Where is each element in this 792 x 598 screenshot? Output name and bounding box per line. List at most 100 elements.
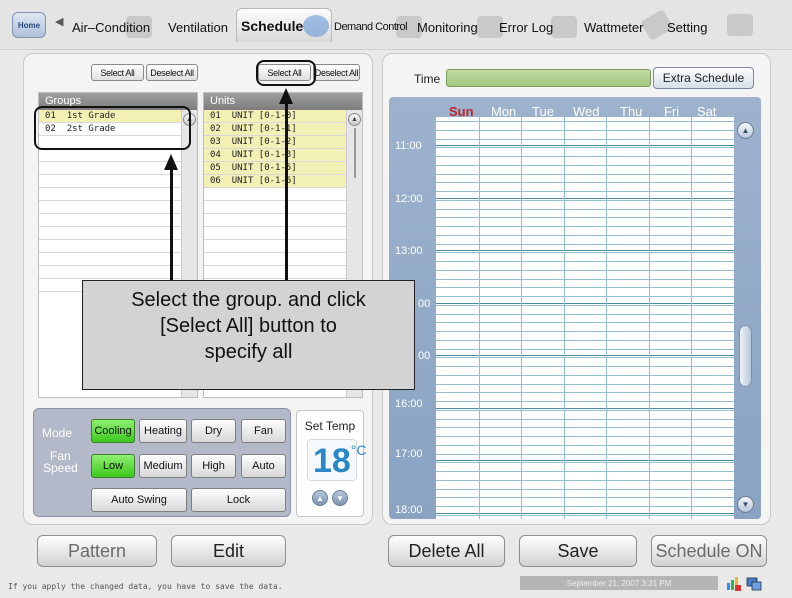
group-row-empty[interactable]: [39, 227, 197, 240]
group-row-empty[interactable]: [39, 240, 197, 253]
unit-row[interactable]: 04 UNIT [0-1-3]: [204, 149, 362, 162]
fan-speed-label: Fan Speed: [43, 449, 78, 475]
unit-row-empty[interactable]: [204, 201, 362, 214]
nav-left-arrow-icon[interactable]: ◀: [55, 15, 63, 28]
delete-all-button[interactable]: Delete All: [388, 535, 505, 567]
unit-row[interactable]: 06 UNIT [0-1-6]: [204, 175, 362, 188]
tab-ventilation[interactable]: Ventilation: [164, 12, 232, 42]
grid-slot-line: [436, 200, 734, 201]
grid-slot-line: [436, 130, 734, 131]
scroll-up-icon[interactable]: ▲: [348, 113, 361, 126]
tab-wattmeter[interactable]: Wattmeter: [580, 8, 674, 42]
extra-schedule-button[interactable]: Extra Schedule: [653, 67, 754, 89]
unit-row[interactable]: 01 UNIT [0-1-0]: [204, 110, 362, 123]
save-button[interactable]: Save: [519, 535, 637, 567]
fan-low-button[interactable]: Low: [91, 454, 135, 478]
set-temp-box: Set Temp 18°C ▲ ▼: [296, 410, 367, 517]
callout-arrow-line: [170, 168, 173, 280]
footer-message: If you apply the changed data, you have …: [8, 582, 283, 591]
group-row-empty[interactable]: [39, 253, 197, 266]
schedule-grid[interactable]: [436, 117, 734, 519]
units-deselect-all-button[interactable]: Deselect All: [313, 64, 360, 81]
home-button[interactable]: Home: [12, 12, 46, 38]
grid-slot-line: [436, 331, 734, 332]
unit-row[interactable]: 05 UNIT [0-1-5]: [204, 162, 362, 175]
grid-day-divider: [606, 117, 607, 519]
schedule-scrollbar[interactable]: ▲ ▼: [736, 120, 756, 516]
tab-demand-control[interactable]: Demand Control: [330, 12, 422, 42]
grid-hour-line: [436, 250, 734, 251]
unit-row-empty[interactable]: [204, 214, 362, 227]
tab-label: Demand Control: [334, 21, 408, 33]
group-row-empty[interactable]: [39, 266, 197, 279]
edit-button[interactable]: Edit: [171, 535, 286, 567]
mode-cooling-button[interactable]: Cooling: [91, 419, 135, 443]
temp-up-icon[interactable]: ▲: [312, 490, 328, 506]
grid-slot-line: [436, 244, 734, 245]
tab-monitoring[interactable]: Monitoring: [413, 12, 503, 42]
network-computer-icon[interactable]: [746, 575, 762, 591]
lock-button[interactable]: Lock: [191, 488, 286, 512]
scroll-up-icon[interactable]: ▲: [737, 122, 754, 139]
tab-setting[interactable]: Setting: [663, 12, 753, 42]
tab-air-condition[interactable]: Air–Condition: [68, 12, 154, 42]
grid-hour-line: [436, 513, 734, 514]
unit-row-empty[interactable]: [204, 227, 362, 240]
grid-slot-line: [436, 471, 734, 472]
grid-slot-line: [436, 296, 734, 297]
auto-swing-button[interactable]: Auto Swing: [91, 488, 187, 512]
mode-fan-button[interactable]: Fan: [241, 419, 286, 443]
grid-slot-line: [436, 497, 734, 498]
setting-tools-icon: [727, 14, 753, 36]
group-row-empty[interactable]: [39, 188, 197, 201]
grid-slot-line: [436, 139, 734, 140]
fan-auto-button[interactable]: Auto: [241, 454, 286, 478]
tab-label: Schedule: [241, 17, 304, 34]
set-temp-value: 18°C: [307, 439, 367, 481]
grid-hour-line: [436, 145, 734, 146]
grid-slot-line: [436, 436, 734, 437]
group-row-empty[interactable]: [39, 201, 197, 214]
group-row-empty[interactable]: [39, 214, 197, 227]
hour-label: 17:00: [395, 448, 423, 460]
scroll-thumb[interactable]: [739, 325, 752, 387]
tab-label: Error Log: [499, 19, 554, 35]
schedule-on-button[interactable]: Schedule ON: [651, 535, 767, 567]
grid-slot-line: [436, 174, 734, 175]
status-bars-icon[interactable]: [726, 575, 742, 591]
fan-high-button[interactable]: High: [191, 454, 236, 478]
groups-deselect-all-button[interactable]: Deselect All: [146, 64, 198, 81]
mode-heating-button[interactable]: Heating: [139, 419, 187, 443]
grid-slot-line: [436, 366, 734, 367]
grid-day-divider: [564, 117, 565, 519]
grid-slot-line: [436, 252, 734, 253]
grid-slot-line: [436, 515, 734, 516]
pattern-button[interactable]: Pattern: [37, 535, 157, 567]
grid-slot-line: [436, 322, 734, 323]
grid-hour-line: [436, 460, 734, 461]
groups-select-all-button[interactable]: Select All: [91, 64, 144, 81]
grid-slot-line: [436, 349, 734, 350]
tab-error-log[interactable]: Error Log: [495, 12, 577, 42]
fan-medium-button[interactable]: Medium: [139, 454, 187, 478]
tab-label: Setting: [667, 19, 708, 35]
unit-row[interactable]: 03 UNIT [0-1-2]: [204, 136, 362, 149]
mode-dry-button[interactable]: Dry: [191, 419, 236, 443]
group-row-empty[interactable]: [39, 175, 197, 188]
scroll-down-icon[interactable]: ▼: [737, 496, 754, 513]
hour-label: 00: [418, 350, 431, 362]
grid-slot-line: [436, 287, 734, 288]
grid-slot-line: [436, 156, 734, 157]
grid-slot-line: [436, 506, 734, 507]
grid-slot-line: [436, 209, 734, 210]
unit-row-empty[interactable]: [204, 266, 362, 279]
unit-row-empty[interactable]: [204, 240, 362, 253]
temp-down-icon[interactable]: ▼: [332, 490, 348, 506]
unit-row[interactable]: 02 UNIT [0-1-1]: [204, 123, 362, 136]
unit-row-empty[interactable]: [204, 253, 362, 266]
grid-day-divider: [649, 117, 650, 519]
unit-row-empty[interactable]: [204, 188, 362, 201]
tab-schedule[interactable]: Schedule: [236, 8, 332, 42]
grid-slot-line: [436, 410, 734, 411]
grid-slot-line: [436, 392, 734, 393]
